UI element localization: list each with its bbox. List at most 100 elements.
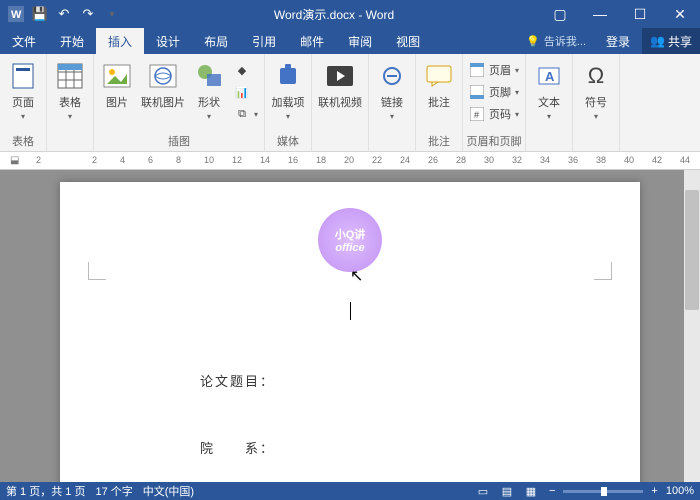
header-button[interactable]: 页眉▾: [469, 60, 519, 80]
link-button[interactable]: 链接▾: [371, 58, 413, 121]
zoom-in-button[interactable]: +: [651, 485, 657, 497]
tab-review[interactable]: 审阅: [336, 28, 384, 54]
symbol-button[interactable]: Ω 符号▾: [575, 58, 617, 121]
textbox-icon: A: [533, 60, 565, 92]
page-number-icon: #: [469, 106, 485, 122]
tab-view[interactable]: 视图: [384, 28, 432, 54]
smartart-button[interactable]: ◆: [234, 60, 258, 80]
svg-text:W: W: [11, 9, 22, 21]
ribbon-options-icon[interactable]: ▢: [540, 0, 580, 28]
online-video-button[interactable]: 联机视频: [314, 58, 366, 110]
thesis-title-label: 论文题目：: [200, 371, 500, 390]
tab-references[interactable]: 引用: [240, 28, 288, 54]
online-picture-button[interactable]: 联机图片: [138, 58, 188, 110]
menu-bar: 文件 开始 插入 设计 布局 引用 邮件 审阅 视图 💡告诉我... 登录 👥共…: [0, 28, 700, 54]
horizontal-ruler[interactable]: ⬓ 22468101214161820222426283032343638404…: [0, 152, 700, 170]
read-mode-icon[interactable]: ▭: [473, 484, 493, 498]
tab-design[interactable]: 设计: [144, 28, 192, 54]
page[interactable]: 小Q讲 office ↖ 论文题目： 院 系：: [60, 182, 640, 482]
addins-button[interactable]: 加载项▾: [267, 58, 309, 121]
tab-file[interactable]: 文件: [0, 28, 48, 54]
word-count[interactable]: 17 个字: [95, 483, 132, 499]
text-cursor: [350, 302, 351, 320]
table-icon: [54, 60, 86, 92]
cover-page-button[interactable]: 页面▾: [2, 58, 44, 121]
group-links: 链接▾: [369, 54, 416, 151]
group-illustrations: 图片 联机图片 形状▾ ◆ 📊 ⧉▾ 插图: [94, 54, 265, 151]
signin-button[interactable]: 登录: [594, 28, 642, 54]
titlebar: W 💾 ↶ ↷ ▼ Word演示.docx - Word ▢ — ☐ ✕: [0, 0, 700, 28]
save-icon[interactable]: 💾: [30, 4, 50, 24]
smartart-icon: ◆: [234, 62, 250, 78]
page-number-button[interactable]: #页码▾: [469, 104, 519, 124]
group-text: A 文本▾: [526, 54, 573, 151]
close-button[interactable]: ✕: [660, 0, 700, 28]
scroll-thumb[interactable]: [685, 190, 699, 310]
group-pages: 页面▾ 表格: [0, 54, 47, 151]
svg-text:A: A: [545, 69, 555, 84]
shapes-button[interactable]: 形状▾: [188, 58, 230, 121]
zoom-out-button[interactable]: −: [549, 485, 555, 497]
group-media: 联机视频: [312, 54, 369, 151]
page-indicator[interactable]: 第 1 页，共 1 页: [6, 483, 85, 499]
symbol-icon: Ω: [580, 60, 612, 92]
svg-text:#: #: [474, 110, 479, 120]
lightbulb-icon: 💡: [526, 35, 540, 48]
print-layout-icon[interactable]: ▤: [497, 484, 517, 498]
header-icon: [469, 62, 485, 78]
group-comments: 批注 批注: [416, 54, 463, 151]
textbox-button[interactable]: A 文本▾: [528, 58, 570, 121]
screenshot-icon: ⧉: [234, 106, 250, 122]
chart-button[interactable]: 📊: [234, 82, 258, 102]
comment-icon: [423, 60, 455, 92]
language-indicator[interactable]: 中文(中国): [143, 483, 194, 499]
picture-button[interactable]: 图片: [96, 58, 138, 110]
tab-mailings[interactable]: 邮件: [288, 28, 336, 54]
online-picture-icon: [147, 60, 179, 92]
group-header-footer: 页眉▾ 页脚▾ #页码▾ 页眉和页脚: [463, 54, 526, 151]
department-label: 院 系：: [200, 438, 500, 457]
shapes-icon: [193, 60, 225, 92]
maximize-button[interactable]: ☐: [620, 0, 660, 28]
window-controls: ▢ — ☐ ✕: [540, 0, 700, 28]
chart-icon: 📊: [234, 84, 250, 100]
mouse-cursor-icon: ↖: [350, 266, 363, 286]
video-icon: [324, 60, 356, 92]
minimize-button[interactable]: —: [580, 0, 620, 28]
footer-icon: [469, 84, 485, 100]
footer-button[interactable]: 页脚▾: [469, 82, 519, 102]
margin-corner-tr: [594, 262, 612, 280]
margin-corner-tl: [88, 262, 106, 280]
zoom-slider-thumb[interactable]: [601, 487, 607, 496]
quick-access-toolbar: W 💾 ↶ ↷ ▼: [0, 4, 128, 24]
view-mode-buttons: ▭ ▤ ▦: [473, 484, 541, 498]
undo-icon[interactable]: ↶: [54, 4, 74, 24]
screenshot-button[interactable]: ⧉▾: [234, 104, 258, 124]
qat-dropdown-icon[interactable]: ▼: [102, 4, 122, 24]
word-icon: W: [6, 4, 26, 24]
redo-icon[interactable]: ↷: [78, 4, 98, 24]
document-title: Word演示.docx - Word: [128, 6, 540, 23]
illustrations-small: ◆ 📊 ⧉▾: [230, 58, 262, 126]
addins-icon: [272, 60, 304, 92]
vertical-scrollbar[interactable]: [684, 170, 700, 482]
tab-home[interactable]: 开始: [48, 28, 96, 54]
comment-button[interactable]: 批注: [418, 58, 460, 110]
link-icon: [376, 60, 408, 92]
picture-icon: [101, 60, 133, 92]
zoom-slider[interactable]: [563, 490, 643, 493]
web-layout-icon[interactable]: ▦: [521, 484, 541, 498]
group-tables: 表格▾: [47, 54, 94, 151]
ribbon: 页面▾ 表格 表格▾ 图片 联机图片 形状▾: [0, 54, 700, 152]
status-bar: 第 1 页，共 1 页 17 个字 中文(中国) ▭ ▤ ▦ − + 100%: [0, 482, 700, 500]
tab-layout[interactable]: 布局: [192, 28, 240, 54]
page-icon: [7, 60, 39, 92]
group-symbols: Ω 符号▾: [573, 54, 620, 151]
watermark-logo: 小Q讲 office: [318, 208, 382, 272]
share-button[interactable]: 👥共享: [642, 28, 700, 54]
group-addins: 加载项▾ 媒体: [265, 54, 312, 151]
zoom-level[interactable]: 100%: [666, 485, 694, 497]
tab-insert[interactable]: 插入: [96, 28, 144, 54]
table-button[interactable]: 表格▾: [49, 58, 91, 121]
tell-me-search[interactable]: 💡告诉我...: [518, 33, 594, 49]
